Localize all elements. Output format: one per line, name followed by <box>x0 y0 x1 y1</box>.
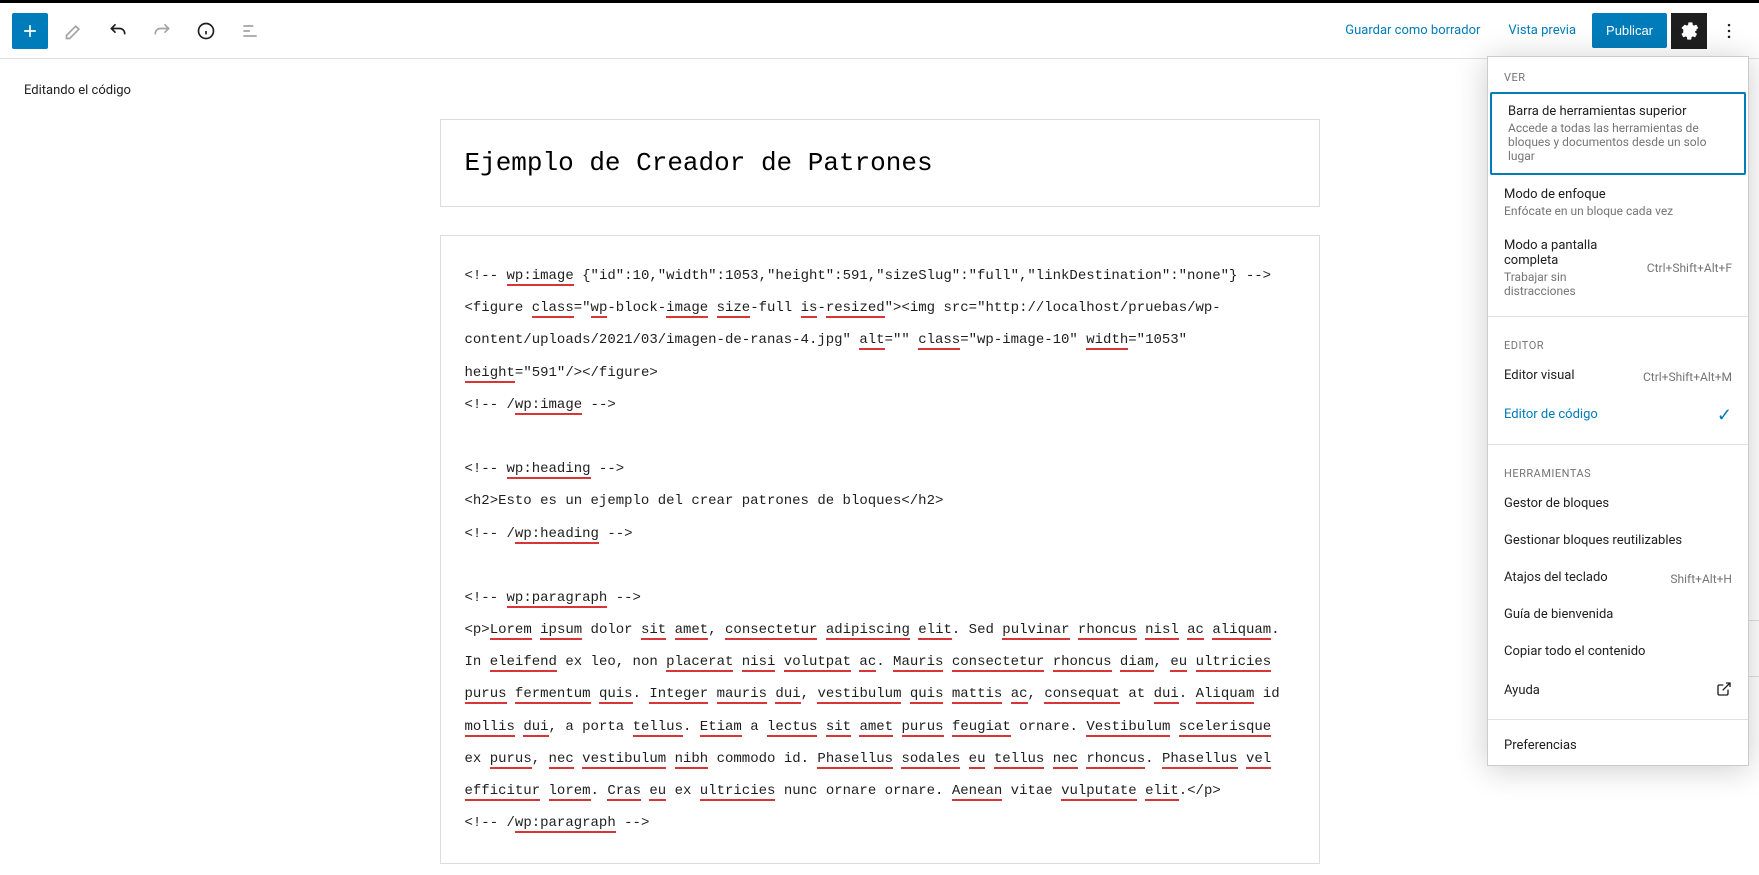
title-box[interactable] <box>440 119 1320 207</box>
editing-label: Editando el código <box>24 83 131 98</box>
code-editor-option[interactable]: Editor de código ✓ <box>1488 395 1748 436</box>
keyboard-shortcut-label: Shift+Alt+H <box>1670 572 1732 586</box>
code-content-box[interactable]: <!-- wp:image {"id":10,"width":1053,"hei… <box>440 235 1320 864</box>
external-link-icon <box>1716 681 1732 701</box>
redo-button[interactable] <box>144 13 180 49</box>
preferences-option[interactable]: Preferencias <box>1488 728 1748 765</box>
options-dropdown: VER Barra de herramientas superior Acced… <box>1487 56 1749 766</box>
more-menu-button[interactable] <box>1711 13 1747 49</box>
block-manager-option[interactable]: Gestor de bloques <box>1488 486 1748 523</box>
editor-section-label: EDITOR <box>1488 325 1748 358</box>
settings-button[interactable] <box>1671 13 1707 49</box>
help-option[interactable]: Ayuda <box>1488 671 1748 711</box>
tools-section-label: HERRAMIENTAS <box>1488 453 1748 486</box>
fullscreen-shortcut: Ctrl+Shift+Alt+F <box>1647 261 1732 275</box>
info-icon[interactable] <box>188 13 224 49</box>
reusable-blocks-option[interactable]: Gestionar bloques reutilizables <box>1488 523 1748 560</box>
copy-all-option[interactable]: Copiar todo el contenido <box>1488 634 1748 671</box>
preview-button[interactable]: Vista previa <box>1496 15 1588 46</box>
pencil-icon[interactable] <box>56 13 92 49</box>
undo-button[interactable] <box>100 13 136 49</box>
top-toolbar: Guardar como borrador Vista previa Publi… <box>0 3 1759 59</box>
visual-editor-option[interactable]: Editor visual Ctrl+Shift+Alt+M <box>1488 358 1748 395</box>
keyboard-shortcuts-option[interactable]: Atajos del teclado Shift+Alt+H <box>1488 560 1748 597</box>
welcome-guide-option[interactable]: Guía de bienvenida <box>1488 597 1748 634</box>
visual-editor-shortcut: Ctrl+Shift+Alt+M <box>1643 370 1732 384</box>
add-block-button[interactable] <box>12 13 48 49</box>
fullscreen-option[interactable]: Modo a pantalla completa Trabajar sin di… <box>1488 228 1748 308</box>
check-icon: ✓ <box>1717 405 1732 426</box>
view-section-label: VER <box>1488 57 1748 90</box>
focus-mode-option[interactable]: Modo de enfoque Enfócate en un bloque ca… <box>1488 177 1748 228</box>
save-draft-button[interactable]: Guardar como borrador <box>1333 15 1492 46</box>
list-view-icon[interactable] <box>232 13 268 49</box>
publish-button[interactable]: Publicar <box>1592 13 1667 48</box>
code-content[interactable]: <!-- wp:image {"id":10,"width":1053,"hei… <box>465 260 1295 839</box>
post-title-input[interactable] <box>465 148 1295 178</box>
top-toolbar-option[interactable]: Barra de herramientas superior Accede a … <box>1490 92 1746 175</box>
